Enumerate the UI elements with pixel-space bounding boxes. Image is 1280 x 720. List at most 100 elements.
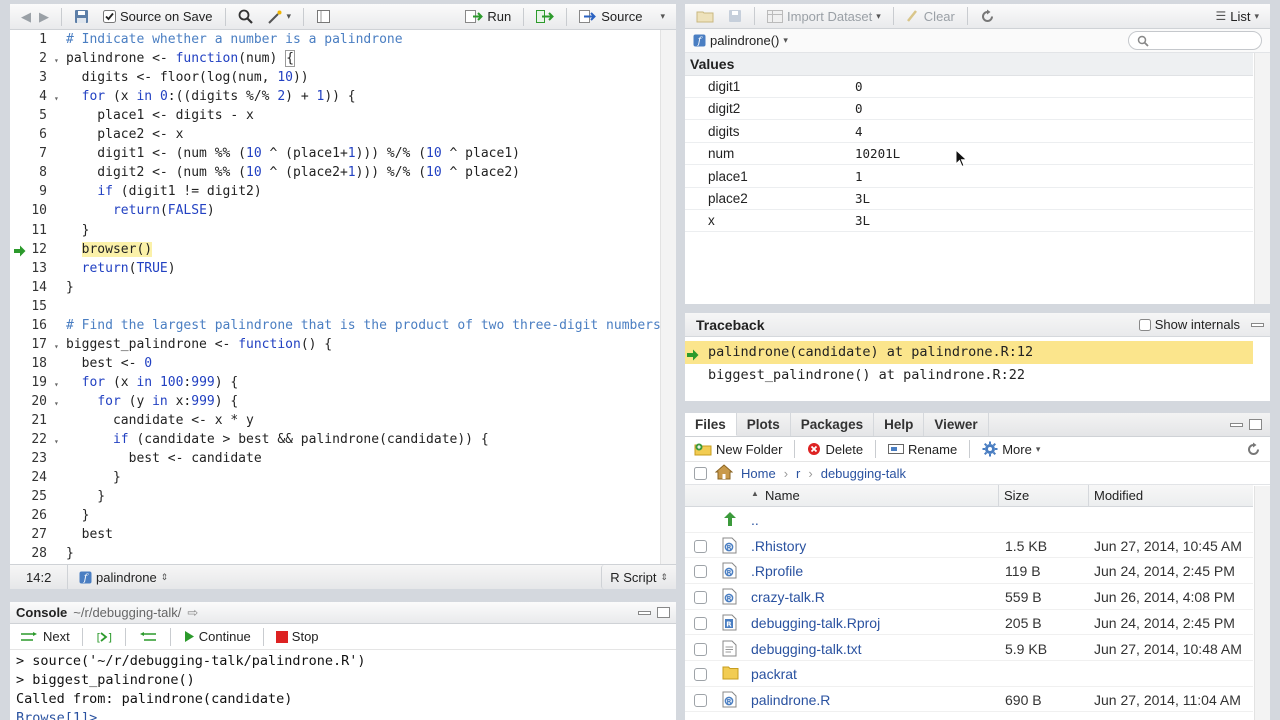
- code-line[interactable]: }: [66, 280, 74, 295]
- fold-toggle-icon[interactable]: ▾: [54, 94, 59, 103]
- source-button[interactable]: Source ▾: [574, 7, 670, 26]
- code-line[interactable]: }: [66, 470, 121, 485]
- code-line[interactable]: place2 <- x: [66, 127, 183, 142]
- line-number[interactable]: 10: [10, 203, 47, 218]
- traceback-frame[interactable]: palindrone(candidate) at palindrone.R:12: [685, 341, 1253, 364]
- line-number[interactable]: 11: [10, 223, 47, 238]
- file-name[interactable]: ..: [751, 512, 759, 528]
- code-line[interactable]: biggest_palindrone <- function() {: [66, 337, 332, 352]
- file-row[interactable]: R .Rhistory 1.5 KB Jun 27, 2014, 10:45 AM: [685, 533, 1253, 559]
- maximize-icon[interactable]: [1249, 419, 1262, 430]
- clear-button[interactable]: Clear: [901, 7, 960, 26]
- filetype-selector[interactable]: R Script ⇕: [601, 565, 676, 589]
- line-number[interactable]: 20: [10, 394, 47, 409]
- forward-arrow-icon[interactable]: ▶: [34, 7, 54, 27]
- line-number[interactable]: 19: [10, 375, 47, 390]
- traceback-frame[interactable]: biggest_palindrone() at palindrone.R:22: [685, 364, 1253, 387]
- file-checkbox[interactable]: [694, 591, 707, 605]
- file-checkbox[interactable]: [694, 693, 707, 707]
- code-line[interactable]: return(FALSE): [66, 203, 215, 218]
- back-arrow-icon[interactable]: ◀: [16, 7, 36, 27]
- line-number[interactable]: 18: [10, 356, 47, 371]
- line-number[interactable]: 15: [10, 299, 47, 314]
- minimize-icon[interactable]: [638, 610, 651, 615]
- line-number[interactable]: 1: [10, 32, 47, 47]
- column-size[interactable]: Size: [1004, 488, 1029, 503]
- refresh-icon[interactable]: [975, 7, 1000, 26]
- continue-button[interactable]: Continue: [178, 627, 256, 646]
- rename-button[interactable]: Rename: [883, 440, 962, 459]
- compile-report-icon[interactable]: [311, 7, 336, 26]
- refresh-icon[interactable]: [1241, 440, 1266, 459]
- code-line[interactable]: for (x in 0:((digits %/% 2) + 1)) {: [66, 89, 356, 104]
- file-checkbox[interactable]: [694, 642, 707, 656]
- line-number[interactable]: 25: [10, 489, 47, 504]
- delete-button[interactable]: Delete: [802, 440, 868, 459]
- code-line[interactable]: }: [66, 508, 90, 523]
- code-line[interactable]: digit2 <- (num %% (10 ^ (place2+1))) %/%…: [66, 165, 520, 180]
- column-name[interactable]: Name: [765, 488, 800, 503]
- line-number[interactable]: 26: [10, 508, 47, 523]
- code-line[interactable]: candidate <- x * y: [66, 413, 254, 428]
- file-name[interactable]: crazy-talk.R: [751, 589, 825, 605]
- line-number[interactable]: 8: [10, 165, 47, 180]
- environment-scrollbar[interactable]: [1254, 53, 1270, 304]
- fold-toggle-icon[interactable]: ▾: [54, 399, 59, 408]
- file-name[interactable]: packrat: [751, 666, 797, 682]
- file-name[interactable]: debugging-talk.txt: [751, 641, 862, 657]
- breadcrumb-r[interactable]: r: [796, 466, 800, 481]
- breadcrumb-folder[interactable]: debugging-talk: [821, 466, 906, 481]
- line-number[interactable]: 14: [10, 280, 47, 295]
- function-navigator[interactable]: f palindrone ⇕: [74, 568, 173, 587]
- line-number[interactable]: 5: [10, 108, 47, 123]
- save-workspace-icon[interactable]: [723, 7, 747, 25]
- line-number[interactable]: 4: [10, 89, 47, 104]
- code-line[interactable]: digit1 <- (num %% (10 ^ (place1+1))) %/%…: [66, 146, 520, 161]
- file-row[interactable]: packrat: [685, 661, 1253, 687]
- code-tools-wand-icon[interactable]: ▾: [262, 7, 297, 26]
- file-row[interactable]: ..: [685, 507, 1253, 533]
- editor-scrollbar[interactable]: [660, 30, 676, 564]
- code-line[interactable]: best <- 0: [66, 356, 152, 371]
- variable-row[interactable]: x 3L: [685, 210, 1253, 233]
- code-line[interactable]: }: [66, 223, 90, 238]
- save-icon[interactable]: [69, 7, 94, 26]
- load-workspace-icon[interactable]: [691, 7, 719, 25]
- line-number[interactable]: 21: [10, 413, 47, 428]
- line-number[interactable]: 2: [10, 51, 47, 66]
- file-checkbox[interactable]: [694, 668, 707, 682]
- line-number[interactable]: 28: [10, 546, 47, 561]
- minimize-icon[interactable]: [1230, 422, 1243, 427]
- file-row[interactable]: debugging-talk.txt 5.9 KB Jun 27, 2014, 10…: [685, 636, 1253, 661]
- maximize-icon[interactable]: [657, 607, 670, 618]
- variable-row[interactable]: digit1 0: [685, 76, 1253, 98]
- tab-packages[interactable]: Packages: [791, 413, 875, 436]
- more-button[interactable]: More ▾: [977, 439, 1045, 459]
- code-line[interactable]: return(TRUE): [66, 261, 176, 276]
- stop-button[interactable]: Stop: [271, 627, 324, 646]
- code-line[interactable]: # Indicate whether a number is a palindr…: [66, 32, 403, 47]
- step-into-icon[interactable]: []: [90, 628, 118, 646]
- code-line[interactable]: for (x in 100:999) {: [66, 375, 239, 390]
- code-line[interactable]: digits <- floor(log(num, 10)): [66, 70, 309, 85]
- code-line[interactable]: # Find the largest palindrone that is th…: [66, 318, 660, 333]
- code-line[interactable]: place1 <- digits - x: [66, 108, 254, 123]
- code-line[interactable]: for (y in x:999) {: [66, 394, 238, 409]
- variable-row[interactable]: num 10201L: [685, 143, 1253, 166]
- environment-scope-selector[interactable]: f palindrone() ▾: [693, 31, 793, 50]
- variable-row[interactable]: digits 4: [685, 121, 1253, 143]
- code-line[interactable]: best <- candidate: [66, 451, 262, 466]
- line-number[interactable]: 23: [10, 451, 47, 466]
- line-number[interactable]: 3: [10, 70, 47, 85]
- console-goto-dir-icon[interactable]: ⇨: [187, 605, 198, 621]
- file-row[interactable]: Rdebugging-talk.Rproj 205 B Jun 24, 2014, …: [685, 610, 1253, 636]
- fold-toggle-icon[interactable]: ▾: [54, 56, 59, 65]
- code-line[interactable]: browser(): [66, 241, 153, 257]
- files-scrollbar[interactable]: [1254, 486, 1270, 720]
- variable-row[interactable]: place2 3L: [685, 188, 1253, 210]
- tab-plots[interactable]: Plots: [737, 413, 791, 436]
- line-number[interactable]: 7: [10, 146, 47, 161]
- code-line[interactable]: if (candidate > best && palindrone(candi…: [66, 432, 489, 447]
- line-number[interactable]: 9: [10, 184, 47, 199]
- fold-toggle-icon[interactable]: ▾: [54, 380, 59, 389]
